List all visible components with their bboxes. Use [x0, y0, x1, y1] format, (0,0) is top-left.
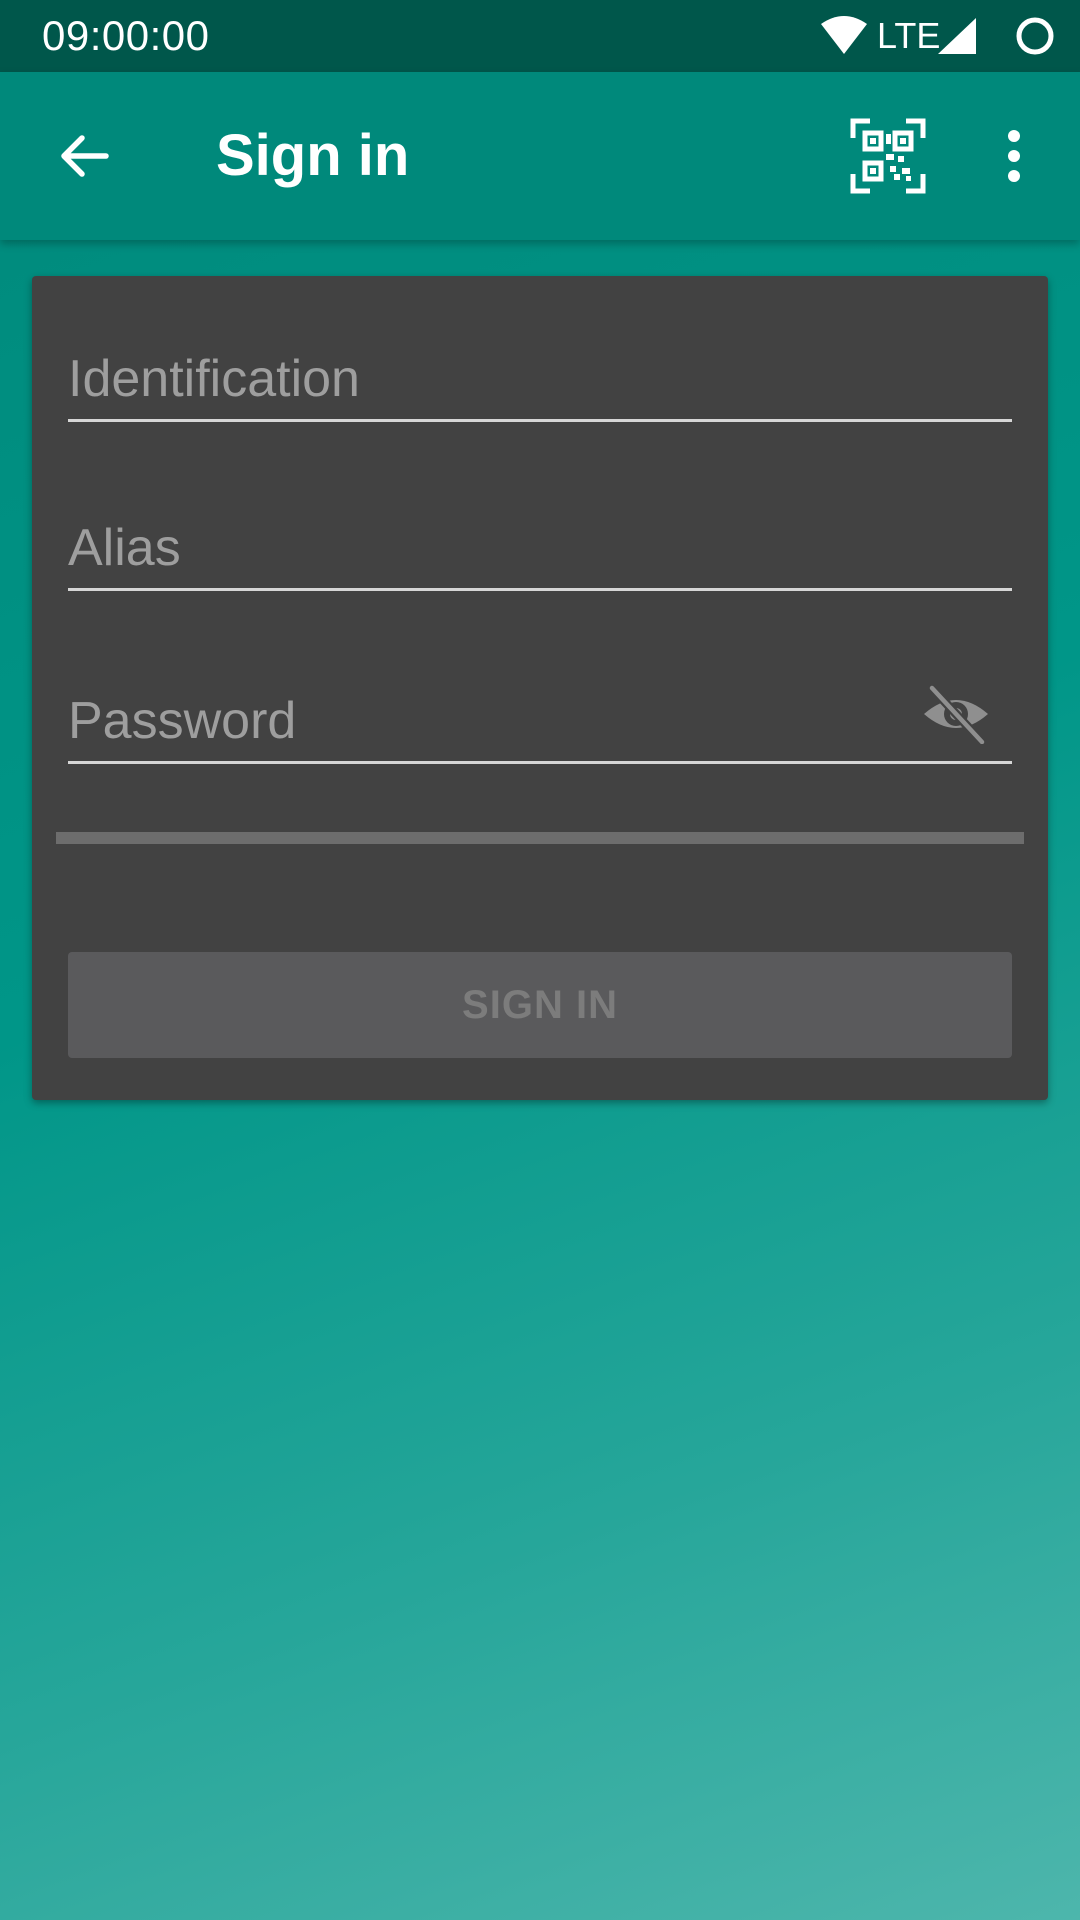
visibility-off-icon — [924, 684, 988, 744]
sign-in-card: Identification Alias Password SIGN IN — [32, 276, 1048, 1100]
back-button[interactable] — [40, 112, 128, 200]
password-field[interactable]: Password — [68, 654, 1012, 764]
password-placeholder: Password — [68, 692, 297, 750]
more-vert-icon — [1008, 130, 1020, 182]
alias-field[interactable]: Alias — [68, 481, 1012, 591]
battery-icon — [1016, 17, 1054, 55]
password-underline — [68, 761, 1012, 764]
progress-bar — [56, 832, 1024, 844]
alias-underline — [68, 588, 1012, 591]
page-title: Sign in — [216, 123, 410, 188]
identification-field[interactable]: Identification — [68, 312, 1012, 422]
back-arrow-icon — [61, 135, 109, 177]
qr-code-icon — [850, 118, 926, 194]
signal-icon — [938, 18, 976, 54]
alias-placeholder: Alias — [68, 519, 181, 577]
identification-placeholder: Identification — [68, 350, 360, 408]
network-type-label: LTE — [877, 15, 941, 56]
identification-underline — [68, 419, 1012, 422]
sign-in-button[interactable]: SIGN IN — [68, 952, 1012, 1058]
wifi-icon — [821, 16, 867, 54]
app-bar: Sign in — [0, 72, 1080, 240]
qr-scan-button[interactable] — [846, 114, 930, 198]
status-time: 09:00:00 — [42, 12, 210, 59]
overflow-menu-button[interactable] — [984, 112, 1044, 200]
password-visibility-toggle[interactable] — [920, 678, 992, 750]
status-bar: 09:00:00 LTE — [0, 0, 1080, 72]
